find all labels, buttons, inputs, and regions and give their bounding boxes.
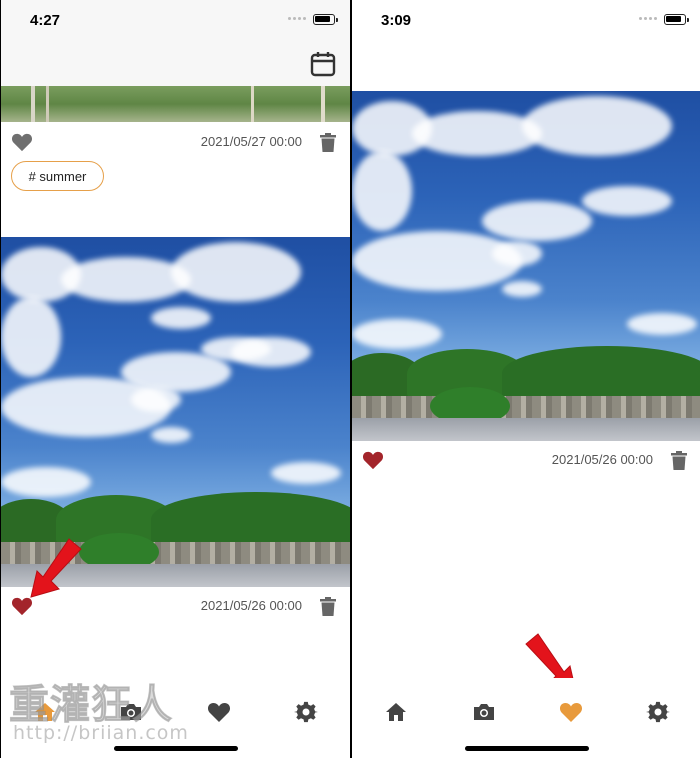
post-photo[interactable] [1,86,350,122]
right-screen: 3:09 2021/05/26 00:00 [352,0,700,758]
status-time: 3:09 [381,12,412,29]
tag-label: # summer [28,168,87,184]
gear-icon[interactable] [646,700,670,724]
post-photo[interactable] [1,237,350,587]
heart-icon[interactable] [362,450,384,470]
tag-chip[interactable]: # summer [11,161,104,191]
post-date: 2021/05/26 00:00 [551,452,653,467]
signal-icon [288,17,306,20]
heart-icon[interactable] [559,700,583,724]
gear-icon[interactable] [294,700,318,724]
heart-icon[interactable] [11,132,33,152]
post-date: 2021/05/27 00:00 [200,134,302,149]
home-icon[interactable] [384,700,408,724]
trash-icon[interactable] [320,133,336,152]
status-bar: 3:09 [352,0,700,44]
home-indicator [464,746,589,751]
post-meta-row: 2021/05/26 00:00 [352,446,700,476]
post-meta-row: 2021/05/27 00:00 [1,128,350,158]
battery-icon [664,14,689,25]
status-bar: 4:27 [1,0,350,44]
post-date: 2021/05/26 00:00 [200,598,302,613]
tab-bar [352,678,700,758]
trash-icon[interactable] [320,597,336,616]
trash-icon[interactable] [671,451,687,470]
signal-icon [639,17,657,20]
camera-icon[interactable] [472,700,496,724]
watermark-url: http://briian.com [13,722,189,744]
calendar-icon[interactable] [310,51,336,77]
heart-icon[interactable] [207,700,231,724]
left-screen: 4:27 2021/05/27 00:00 # summer 2021/05/2… [1,0,350,758]
arrow-annotation [30,538,82,598]
home-indicator [113,746,238,751]
battery-icon [313,14,338,25]
post-photo[interactable] [352,91,700,441]
status-time: 4:27 [30,12,61,29]
